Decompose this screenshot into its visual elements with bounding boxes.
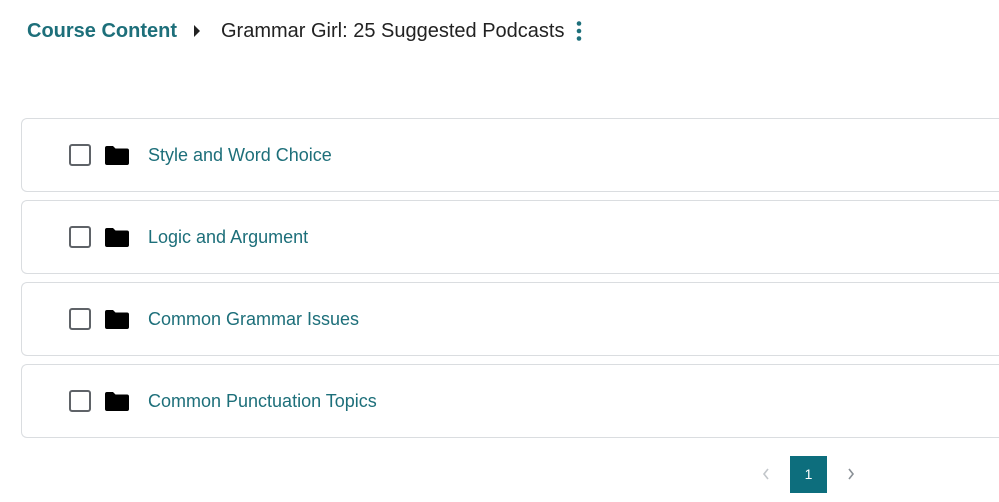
item-link[interactable]: Logic and Argument	[148, 227, 308, 248]
content-list: Style and Word Choice Logic and Argument…	[21, 118, 999, 446]
page-button-current[interactable]: 1	[790, 455, 827, 493]
list-item: Common Grammar Issues	[21, 282, 999, 356]
page-title: Grammar Girl: 25 Suggested Podcasts	[221, 19, 565, 42]
item-checkbox[interactable]	[69, 226, 91, 248]
item-checkbox[interactable]	[69, 144, 91, 166]
item-link[interactable]: Common Punctuation Topics	[148, 391, 377, 412]
breadcrumb-course-content-link[interactable]: Course Content	[27, 20, 177, 43]
pagination: 1	[752, 455, 865, 493]
more-options-icon[interactable]	[576, 20, 582, 42]
list-item: Logic and Argument	[21, 200, 999, 274]
chevron-right-icon[interactable]	[837, 468, 865, 480]
item-checkbox[interactable]	[69, 390, 91, 412]
list-item: Style and Word Choice	[21, 118, 999, 192]
folder-icon	[105, 227, 129, 247]
item-link[interactable]: Common Grammar Issues	[148, 309, 359, 330]
folder-icon	[105, 391, 129, 411]
item-checkbox[interactable]	[69, 308, 91, 330]
item-link[interactable]: Style and Word Choice	[148, 145, 332, 166]
list-item: Common Punctuation Topics	[21, 364, 999, 438]
breadcrumb: Course Content Grammar Girl: 25 Suggeste…	[27, 17, 582, 45]
chevron-left-icon[interactable]	[752, 468, 780, 480]
folder-icon	[105, 309, 129, 329]
caret-right-icon	[193, 25, 201, 37]
folder-icon	[105, 145, 129, 165]
